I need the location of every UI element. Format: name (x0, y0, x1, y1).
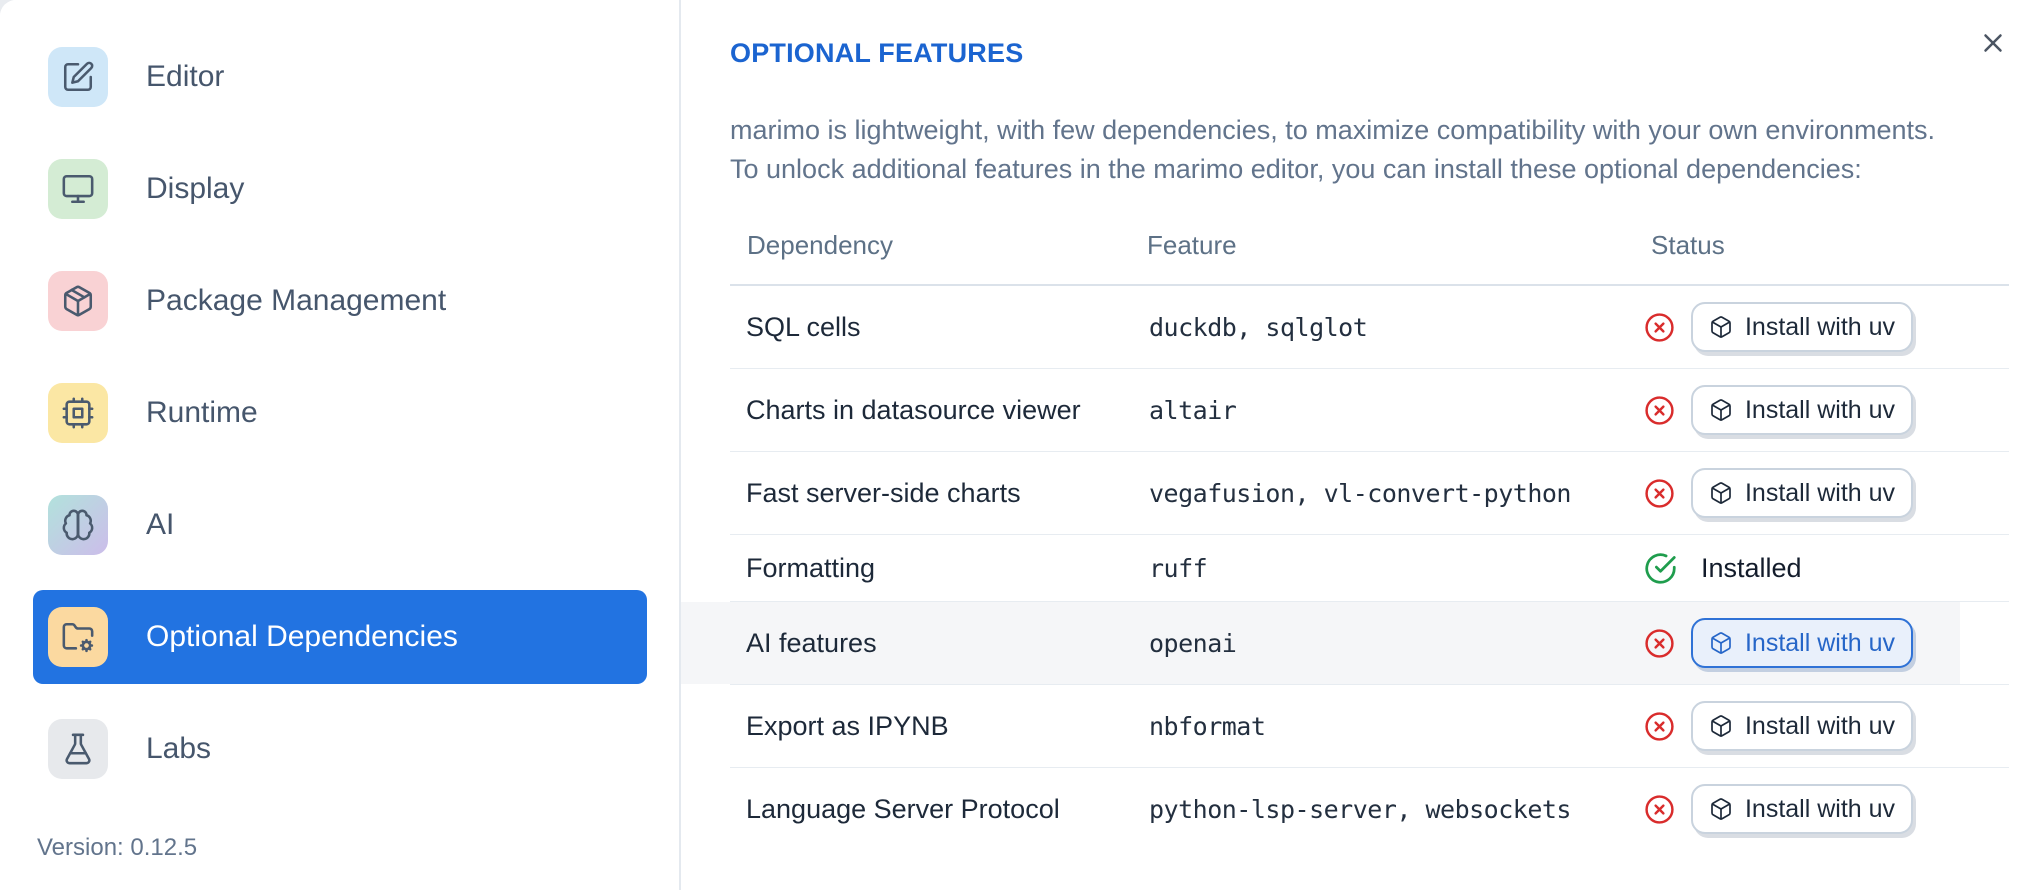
description-line: To unlock additional features in the mar… (730, 154, 1862, 184)
table-row-ai-features: AI features openai Install with uv (681, 602, 2009, 685)
sidebar-item-package-management[interactable]: Package Management (33, 254, 647, 348)
status-cell: Install with uv (1634, 302, 2009, 352)
circle-x-icon (1644, 395, 1675, 426)
feature-cell: vegafusion, vl-convert-python (1149, 478, 1572, 508)
close-button[interactable] (1978, 26, 2012, 60)
sidebar-item-label: Optional Dependencies (146, 620, 458, 653)
install-button-label: Install with uv (1744, 312, 1896, 341)
dependency-cell: AI features (746, 627, 877, 658)
status-cell: Installed (1634, 552, 2009, 585)
status-cell: Install with uv (1634, 701, 2009, 751)
circle-x-icon (1644, 478, 1675, 509)
package-cube-icon (1709, 481, 1733, 505)
sidebar-item-label: Package Management (146, 284, 447, 317)
folder-cog-icon (48, 607, 108, 667)
column-header-feature: Feature (1147, 230, 1237, 260)
status-cell: Install with uv (1634, 784, 2009, 834)
install-with-uv-button[interactable]: Install with uv (1691, 302, 1913, 352)
status-cell: Install with uv (1634, 468, 2009, 518)
sidebar-item-label: Labs (146, 732, 212, 765)
install-button-label: Install with uv (1744, 478, 1896, 507)
install-with-uv-button[interactable]: Install with uv (1691, 784, 1913, 834)
feature-cell: openai (1149, 628, 1237, 658)
install-with-uv-button[interactable]: Install with uv (1691, 385, 1913, 435)
package-cube-icon (1709, 797, 1733, 821)
install-with-uv-button[interactable]: Install with uv (1691, 468, 1913, 518)
table-row-fast-server-side-charts: Fast server-side charts vegafusion, vl-c… (730, 452, 2009, 535)
table-header-row: Dependency Feature Status (730, 207, 2009, 286)
dependency-cell: Fast server-side charts (746, 477, 1021, 508)
table-row-charts-in-datasource-viewer: Charts in datasource viewer altair Insta… (730, 369, 2009, 452)
sidebar-item-label: Display (146, 172, 245, 205)
sidebar-item-runtime[interactable]: Runtime (33, 366, 647, 460)
table-row-export-as-ipynb: Export as IPYNB nbformat Install with uv (730, 685, 2009, 768)
feature-cell: nbformat (1149, 711, 1266, 741)
table-body: SQL cells duckdb, sqlglot Install with u… (681, 286, 2009, 850)
sidebar-item-ai[interactable]: AI (33, 478, 647, 572)
dependency-cell: Language Server Protocol (746, 793, 1060, 824)
sidebar-item-labs[interactable]: Labs (33, 702, 647, 796)
sidebar-item-editor[interactable]: Editor (33, 30, 647, 124)
sidebar-item-label: AI (146, 508, 175, 541)
table-row-formatting: Formatting ruff Installed (730, 535, 2009, 602)
sidebar-item-optional-dependencies[interactable]: Optional Dependencies (33, 590, 647, 684)
panel-title: OPTIONAL FEATURES (730, 38, 1024, 68)
table-row-sql-cells: SQL cells duckdb, sqlglot Install with u… (730, 286, 2009, 369)
install-button-label: Install with uv (1744, 711, 1896, 740)
optional-dependencies-panel: OPTIONAL FEATURES marimo is lightweight,… (681, 0, 2042, 890)
install-button-label: Install with uv (1744, 395, 1896, 424)
sidebar-item-label: Runtime (146, 396, 258, 429)
sidebar-item-display[interactable]: Display (33, 142, 647, 236)
description-line: marimo is lightweight, with few dependen… (730, 115, 1936, 145)
column-header-dependency: Dependency (747, 230, 893, 260)
circle-x-icon (1644, 711, 1675, 742)
dependencies-table: Dependency Feature Status SQL cells duck… (681, 207, 2009, 850)
status-cell: Install with uv (1634, 385, 2009, 435)
version-label: Version: 0.12.5 (37, 834, 198, 861)
feature-cell: ruff (1149, 553, 1208, 583)
sidebar-nav: Editor Display Package Management Runtim… (0, 0, 679, 796)
package-cube-icon (1709, 398, 1733, 422)
circle-x-icon (1644, 312, 1675, 343)
package-cube-icon (1709, 714, 1733, 738)
dependency-cell: SQL cells (746, 311, 861, 342)
install-button-label: Install with uv (1744, 628, 1896, 657)
package-icon (48, 271, 108, 331)
sidebar-item-label: Editor (146, 60, 225, 93)
package-cube-icon (1709, 631, 1733, 655)
feature-cell: duckdb, sqlglot (1149, 312, 1368, 342)
flask-icon (48, 719, 108, 779)
cpu-icon (48, 383, 108, 443)
install-with-uv-button[interactable]: Install with uv (1691, 618, 1913, 668)
brain-icon (48, 495, 108, 555)
feature-cell: altair (1149, 395, 1237, 425)
status-cell: Install with uv (1634, 618, 2009, 668)
package-cube-icon (1709, 315, 1733, 339)
dependency-cell: Formatting (746, 552, 876, 583)
table-row-language-server-protocol: Language Server Protocol python-lsp-serv… (730, 768, 2009, 850)
install-with-uv-button[interactable]: Install with uv (1691, 701, 1913, 751)
close-icon (1978, 28, 2012, 58)
circle-x-icon (1644, 628, 1675, 659)
circle-x-icon (1644, 794, 1675, 825)
settings-sidebar: Editor Display Package Management Runtim… (0, 0, 681, 890)
settings-dialog: Editor Display Package Management Runtim… (0, 0, 2042, 890)
feature-cell: python-lsp-server, websockets (1149, 794, 1572, 824)
edit-icon (48, 47, 108, 107)
panel-description: marimo is lightweight, with few dependen… (730, 111, 2042, 189)
dependency-cell: Charts in datasource viewer (746, 394, 1081, 425)
circle-check-icon (1644, 552, 1677, 585)
install-button-label: Install with uv (1744, 794, 1896, 823)
monitor-icon (48, 159, 108, 219)
column-header-status: Status (1651, 230, 1725, 260)
installed-label: Installed (1701, 552, 1802, 583)
dependency-cell: Export as IPYNB (746, 710, 949, 741)
